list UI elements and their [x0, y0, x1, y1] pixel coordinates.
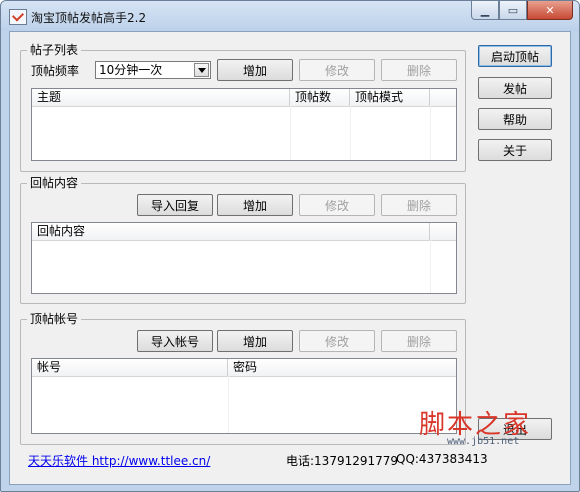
minimize-icon: ▁: [480, 3, 490, 17]
close-icon: ✕: [545, 3, 555, 17]
posts-list[interactable]: 主题 顶帖数 顶帖模式: [31, 88, 457, 161]
start-bump-button[interactable]: 启动顶帖: [478, 45, 552, 67]
accounts-group: 顶帖帐号 导入帐号 增加 修改 删除 帐号 密码: [20, 312, 466, 445]
column-bump-mode[interactable]: 顶帖模式: [350, 89, 430, 106]
posts-list-header: 主题 顶帖数 顶帖模式: [32, 89, 456, 107]
replies-group: 回帖内容 导入回复 增加 修改 删除 回帖内容: [20, 176, 466, 304]
edit-reply-button[interactable]: 修改: [299, 194, 375, 216]
minimize-button[interactable]: ▁: [471, 1, 499, 20]
frequency-label: 顶帖频率: [31, 64, 80, 78]
import-replies-button[interactable]: 导入回复: [137, 194, 213, 216]
maximize-button[interactable]: ▭: [499, 1, 527, 20]
post-button[interactable]: 发帖: [478, 77, 552, 99]
column-divider: [290, 106, 291, 160]
column-subject[interactable]: 主题: [32, 89, 290, 106]
column-divider: [350, 106, 351, 160]
import-accounts-button[interactable]: 导入帐号: [137, 330, 213, 352]
column-account[interactable]: 帐号: [32, 359, 228, 376]
close-button[interactable]: ✕: [527, 1, 573, 20]
frequency-value: 10分钟一次: [99, 63, 163, 77]
add-account-button[interactable]: 增加: [217, 330, 293, 352]
column-divider: [228, 376, 229, 433]
delete-post-button[interactable]: 删除: [381, 59, 457, 81]
qq-label: QQ:437383413: [396, 452, 488, 466]
replies-list[interactable]: 回帖内容: [31, 222, 457, 294]
replies-group-title: 回帖内容: [27, 176, 82, 190]
help-button[interactable]: 帮助: [478, 108, 552, 130]
title-bar[interactable]: 淘宝顶帖发帖高手2.2 ▁ ▭ ✕: [1, 1, 579, 31]
caption-buttons: ▁ ▭ ✕: [471, 1, 573, 20]
column-divider: [430, 240, 431, 293]
delete-account-button[interactable]: 删除: [381, 330, 457, 352]
posts-group-title: 帖子列表: [27, 43, 82, 57]
accounts-list[interactable]: 帐号 密码: [31, 358, 457, 434]
column-divider: [430, 106, 431, 160]
watermark-url: www.jb51.net: [447, 436, 520, 447]
window-title: 淘宝顶帖发帖高手2.2: [31, 11, 147, 25]
accounts-list-header: 帐号 密码: [32, 359, 456, 377]
website-link[interactable]: 天天乐软件 http://www.ttlee.cn/: [28, 452, 210, 469]
column-reply-content[interactable]: 回帖内容: [32, 223, 430, 240]
column-password[interactable]: 密码: [228, 359, 458, 376]
edit-post-button[interactable]: 修改: [299, 59, 375, 81]
accounts-group-title: 顶帖帐号: [27, 312, 82, 326]
replies-list-header: 回帖内容: [32, 223, 456, 241]
chevron-down-icon[interactable]: [194, 63, 209, 77]
phone-label: 电话:13791291779: [286, 454, 399, 468]
frequency-select[interactable]: 10分钟一次: [95, 61, 211, 79]
app-icon: [9, 9, 27, 25]
maximize-icon: ▭: [507, 3, 519, 17]
about-button[interactable]: 关于: [478, 139, 552, 161]
column-bump-count[interactable]: 顶帖数: [290, 89, 350, 106]
add-post-button[interactable]: 增加: [217, 59, 293, 81]
add-reply-button[interactable]: 增加: [217, 194, 293, 216]
delete-reply-button[interactable]: 删除: [381, 194, 457, 216]
watermark: 脚本之家 www.jb51.net: [417, 404, 557, 448]
posts-group: 帖子列表 顶帖频率 10分钟一次 增加 修改 删除 主题 顶帖数 顶帖模式: [20, 43, 466, 172]
edit-account-button[interactable]: 修改: [299, 330, 375, 352]
